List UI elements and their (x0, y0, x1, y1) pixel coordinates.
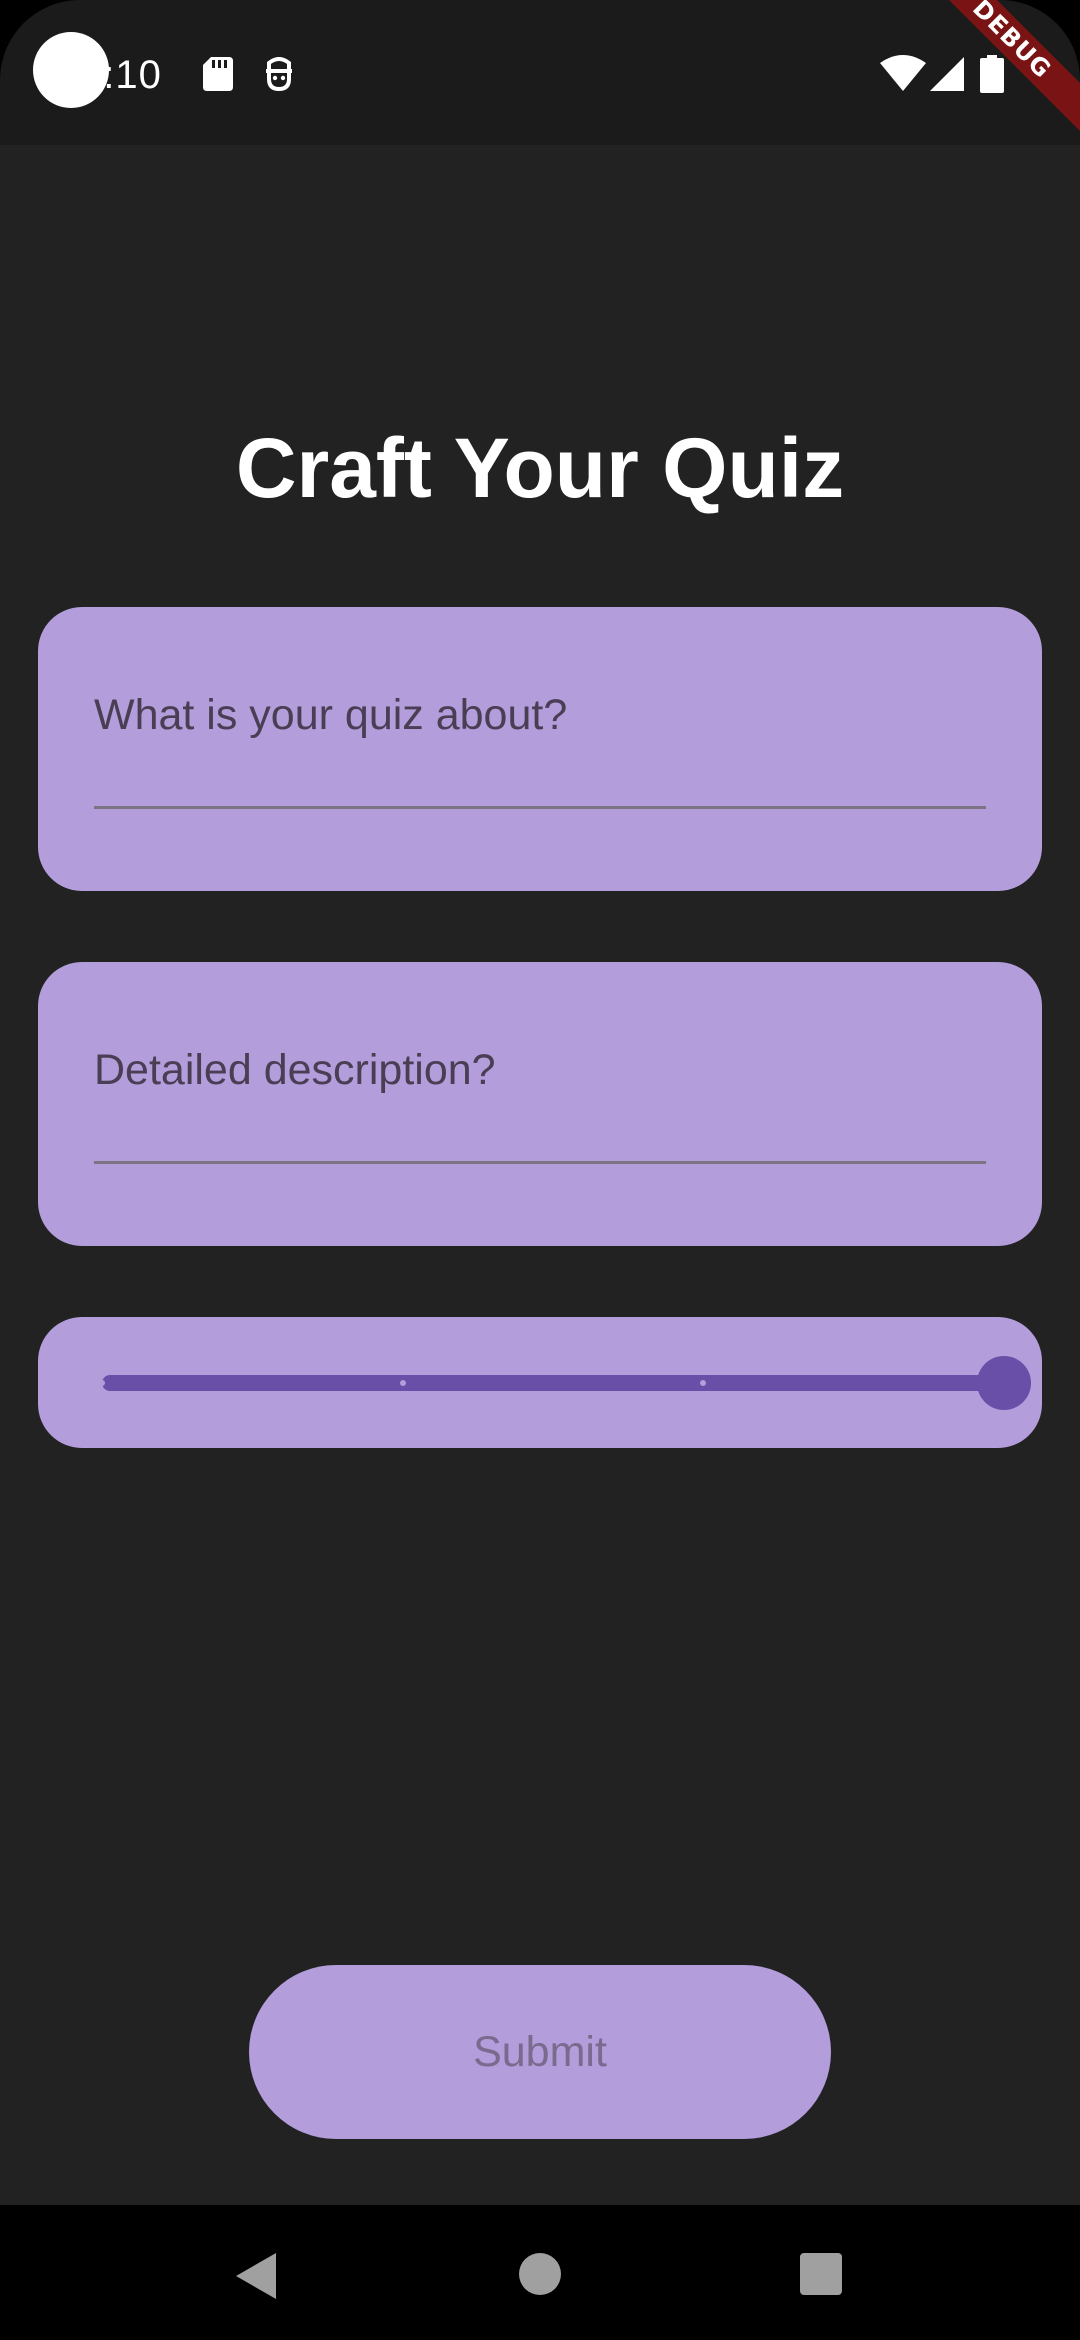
quiz-description-card: Detailed description? (38, 962, 1042, 1246)
slider-tick (99, 1380, 105, 1386)
slider-fill (102, 1375, 1004, 1391)
home-icon[interactable] (519, 2253, 561, 2295)
cellular-signal-icon (928, 55, 964, 98)
front-camera (33, 32, 109, 108)
slider-tick (700, 1380, 707, 1386)
battery-icon (980, 55, 1004, 98)
notification-icon (266, 57, 292, 91)
wifi-icon (880, 55, 926, 98)
slider-tick (399, 1380, 406, 1386)
quiz-topic-card: What is your quiz about? (38, 607, 1042, 891)
slider-card (38, 1317, 1042, 1448)
quiz-topic-input[interactable] (94, 667, 986, 765)
recents-icon[interactable] (800, 2253, 842, 2295)
quiz-topic-underline (94, 806, 986, 809)
submit-button[interactable]: Submit (249, 1965, 831, 2139)
quiz-description-underline (94, 1161, 986, 1164)
sd-card-icon (203, 57, 233, 91)
status-bar: 0:10 DEBUG (0, 0, 1080, 145)
back-icon[interactable] (236, 2253, 276, 2299)
slider-thumb[interactable] (977, 1356, 1031, 1410)
quiz-description-input[interactable] (94, 1022, 986, 1120)
phone-screen: 0:10 DEBUG Craft Your Quiz What is your … (0, 0, 1080, 2340)
navigation-bar (0, 2205, 1080, 2340)
slider-track[interactable] (99, 1356, 1031, 1410)
page-title: Craft Your Quiz (235, 421, 845, 515)
